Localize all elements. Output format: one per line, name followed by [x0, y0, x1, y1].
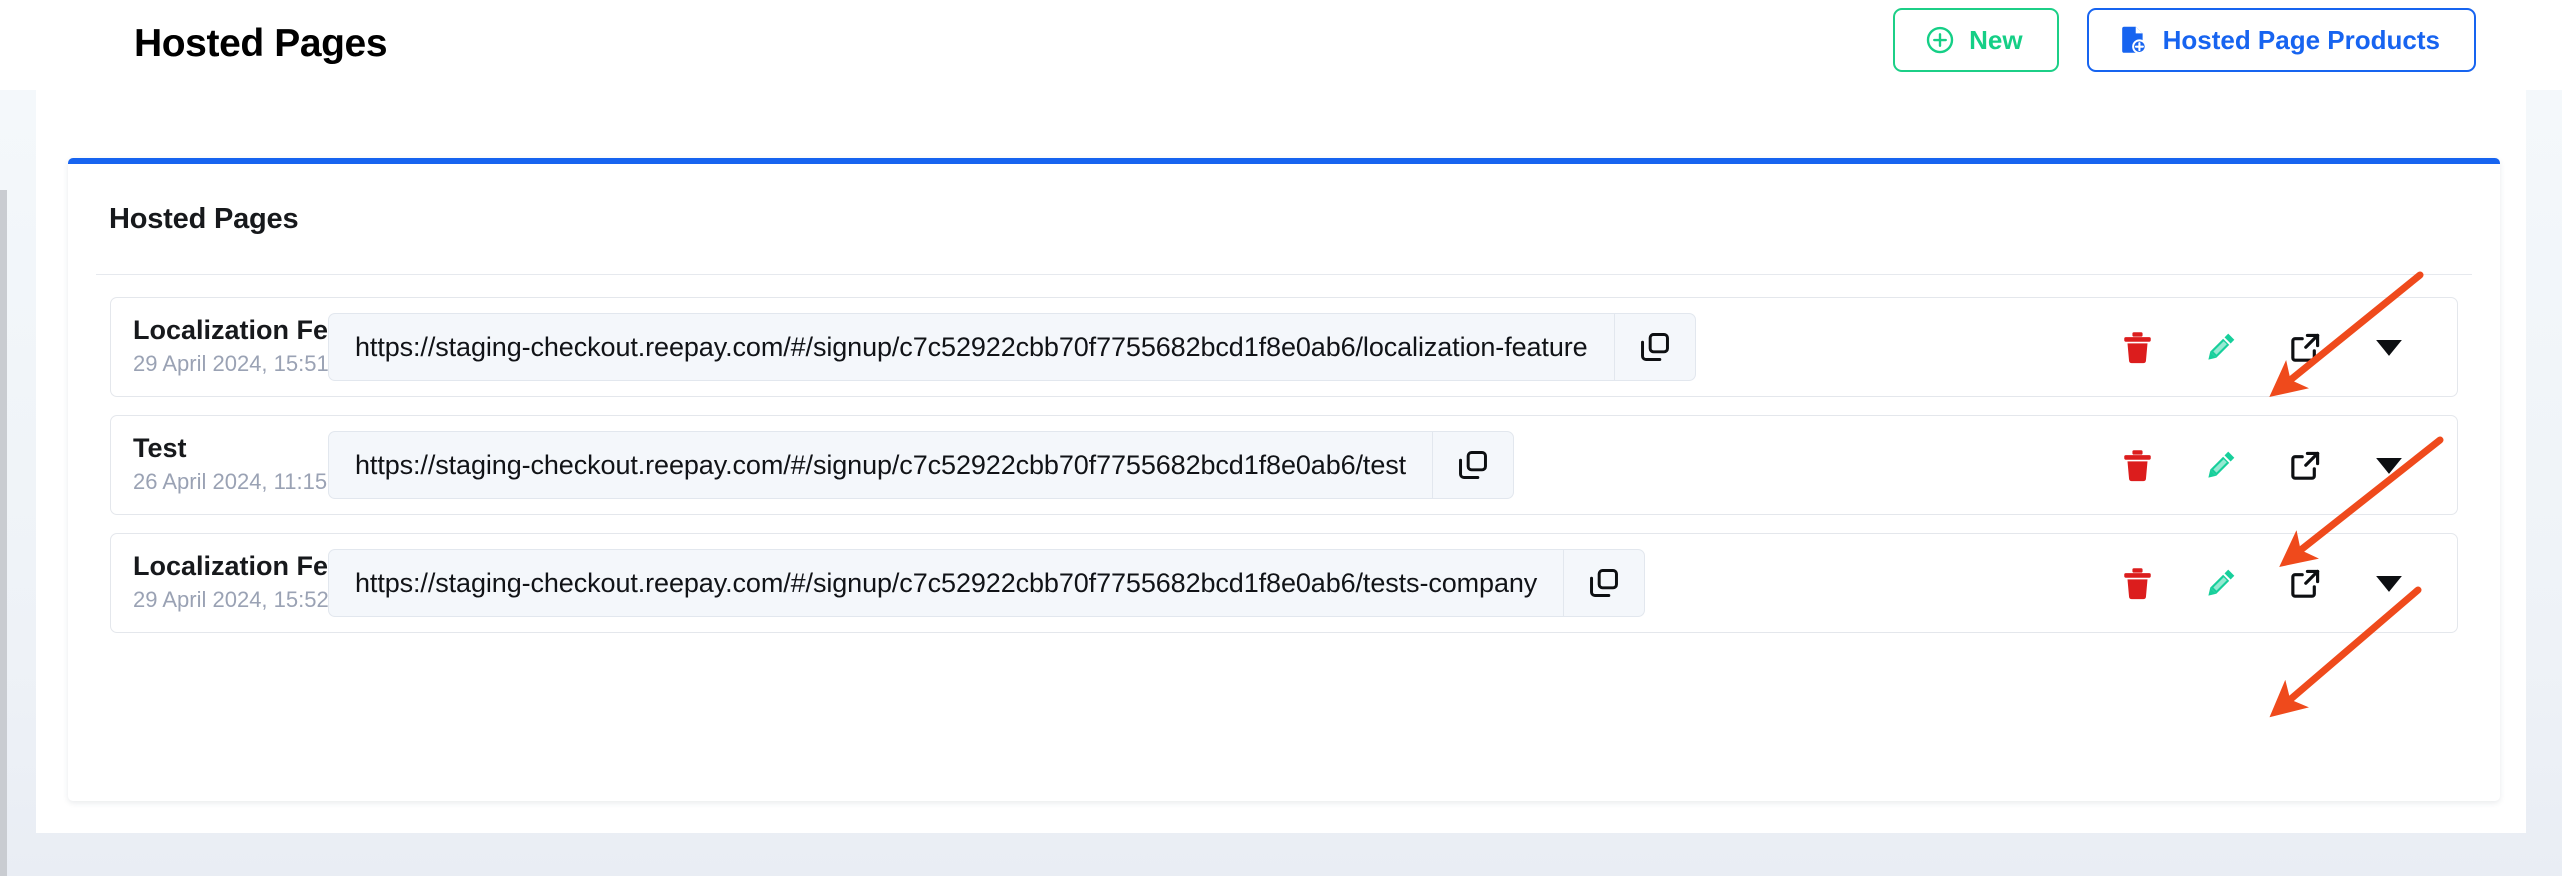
pencil-icon	[2204, 566, 2238, 600]
hosted-pages-card: Hosted Pages Localization Feature 29 Apr…	[68, 158, 2500, 801]
card-header: Hosted Pages	[68, 164, 2500, 274]
row-meta: Localization Feature 29 April 2024, 15:5…	[133, 315, 395, 379]
expand-button[interactable]	[2347, 548, 2431, 618]
sidebar-edge	[0, 190, 7, 876]
chevron-down-icon	[2374, 574, 2404, 593]
new-button[interactable]: New	[1893, 8, 2059, 72]
pencil-icon	[2204, 330, 2238, 364]
row-date: 29 April 2024, 15:51	[133, 351, 329, 377]
url-group: https://staging-checkout.reepay.com/#/si…	[328, 431, 1515, 499]
url-input[interactable]: https://staging-checkout.reepay.com/#/si…	[328, 431, 1433, 499]
edit-button[interactable]	[2179, 548, 2263, 618]
row-date: 26 April 2024, 11:15	[133, 469, 328, 495]
table-row[interactable]: Localization Feature 29 April 2024, 15:5…	[110, 297, 2458, 397]
page-header: Hosted Pages New Hosted Page Products	[0, 0, 2562, 90]
table-row[interactable]: Test 26 April 2024, 11:15 https://stagin…	[110, 415, 2458, 515]
edit-button[interactable]	[2179, 312, 2263, 382]
url-input[interactable]: https://staging-checkout.reepay.com/#/si…	[328, 549, 1564, 617]
chevron-down-icon	[2374, 338, 2404, 357]
expand-button[interactable]	[2347, 312, 2431, 382]
card-divider	[96, 274, 2472, 275]
pencil-icon	[2204, 448, 2238, 482]
expand-button[interactable]	[2347, 430, 2431, 500]
row-meta: Test 26 April 2024, 11:15	[133, 433, 328, 497]
new-button-label: New	[1969, 24, 2023, 55]
copy-url-button[interactable]	[1613, 313, 1696, 381]
url-input[interactable]: https://staging-checkout.reepay.com/#/si…	[328, 313, 1614, 381]
external-link-icon	[2289, 331, 2322, 364]
row-name: Localization Feature	[133, 551, 395, 582]
open-link-button[interactable]	[2263, 430, 2347, 500]
external-link-icon	[2289, 449, 2322, 482]
url-group: https://staging-checkout.reepay.com/#/si…	[328, 549, 1646, 617]
plus-circle-icon	[1925, 25, 1955, 55]
url-group: https://staging-checkout.reepay.com/#/si…	[328, 313, 1696, 381]
trash-icon	[2122, 330, 2153, 365]
header-actions: New Hosted Page Products	[1893, 8, 2476, 72]
copy-icon	[1456, 448, 1490, 482]
row-date: 29 April 2024, 15:52	[133, 587, 329, 613]
document-plus-icon	[2119, 24, 2149, 56]
delete-button[interactable]	[2095, 548, 2179, 618]
open-link-button[interactable]	[2263, 548, 2347, 618]
copy-url-button[interactable]	[1563, 549, 1646, 617]
hosted-page-products-label: Hosted Page Products	[2162, 24, 2440, 55]
open-link-button[interactable]	[2263, 312, 2347, 382]
copy-icon	[1638, 330, 1672, 364]
table-row[interactable]: Localization Feature 29 April 2024, 15:5…	[110, 533, 2458, 633]
trash-icon	[2122, 566, 2153, 601]
external-link-icon	[2289, 567, 2322, 600]
hosted-page-products-button[interactable]: Hosted Page Products	[2086, 8, 2476, 72]
delete-button[interactable]	[2095, 312, 2179, 382]
edit-button[interactable]	[2179, 430, 2263, 500]
trash-icon	[2122, 448, 2153, 483]
card-title: Hosted Pages	[109, 202, 299, 235]
row-meta: Localization Feature 29 April 2024, 15:5…	[133, 551, 395, 615]
row-actions	[2095, 430, 2457, 500]
copy-url-button[interactable]	[1432, 431, 1515, 499]
chevron-down-icon	[2374, 456, 2404, 475]
row-actions	[2095, 548, 2457, 618]
row-name: Test	[133, 433, 187, 464]
row-name: Localization Feature	[133, 315, 395, 346]
row-actions	[2095, 312, 2457, 382]
hosted-pages-list: Localization Feature 29 April 2024, 15:5…	[110, 297, 2458, 651]
copy-icon	[1587, 566, 1621, 600]
page-title: Hosted Pages	[134, 22, 388, 65]
delete-button[interactable]	[2095, 430, 2179, 500]
